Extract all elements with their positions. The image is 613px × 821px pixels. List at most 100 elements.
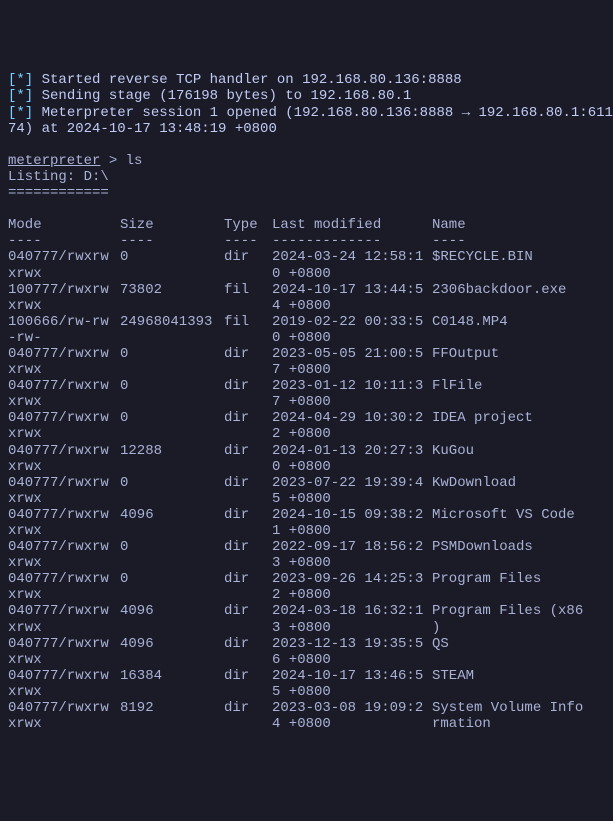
- cell-type: dir: [224, 668, 272, 684]
- cell-mode: xrwx: [8, 362, 120, 378]
- cell-name: [432, 684, 605, 700]
- table-row: xrwx7 +0800: [8, 362, 605, 378]
- cell-name: KuGou: [432, 443, 605, 459]
- cell-type: dir: [224, 539, 272, 555]
- cell-mode: 040777/rwxrw: [8, 249, 120, 265]
- table-row: -rw-0 +0800: [8, 330, 605, 346]
- table-row: 040777/rwxrw12288dir2024-01-13 20:27:3Ku…: [8, 443, 605, 459]
- table-row: 040777/rwxrw4096dir2023-12-13 19:35:5QS: [8, 636, 605, 652]
- cell-mode: xrwx: [8, 652, 120, 668]
- cell-size: 0: [120, 346, 224, 362]
- cell-modified: 0 +0800: [272, 459, 432, 475]
- cell-name: [432, 459, 605, 475]
- cell-type: dir: [224, 443, 272, 459]
- cell-size: [120, 716, 224, 732]
- cell-type: dir: [224, 700, 272, 716]
- prompt-command[interactable]: > ls: [100, 153, 142, 169]
- prompt-name[interactable]: meterpreter: [8, 153, 100, 169]
- table-row: xrwx3 +0800: [8, 555, 605, 571]
- cell-name: [432, 330, 605, 346]
- cell-size: [120, 426, 224, 442]
- cell-modified: 2024-03-18 16:32:1: [272, 603, 432, 619]
- cell-type: fil: [224, 314, 272, 330]
- cell-size: [120, 330, 224, 346]
- cell-type: dir: [224, 475, 272, 491]
- table-row: xrwx 6 +0800: [8, 652, 605, 668]
- cell-name: C0148.MP4: [432, 314, 605, 330]
- cell-modified: 6 +0800: [272, 652, 432, 668]
- cell-name: Program Files: [432, 571, 605, 587]
- table-row: xrwx2 +0800: [8, 426, 605, 442]
- cell-mode: xrwx: [8, 459, 120, 475]
- table-row: 040777/rwxrw0dir2023-01-12 10:11:3FlFile: [8, 378, 605, 394]
- table-row: 040777/rwxrw0dir2022-09-17 18:56:2PSMDow…: [8, 539, 605, 555]
- cell-mode: xrwx: [8, 426, 120, 442]
- cell-mode: 040777/rwxrw: [8, 700, 120, 716]
- table-row: 040777/rwxrw0dir2024-03-24 12:58:1$RECYC…: [8, 249, 605, 265]
- cell-name: Microsoft VS Code: [432, 507, 605, 523]
- cell-name: [432, 491, 605, 507]
- cell-mode: 040777/rwxrw: [8, 346, 120, 362]
- cell-modified: 2022-09-17 18:56:2: [272, 539, 432, 555]
- cell-size: 0: [120, 410, 224, 426]
- table-row: xrwx 2 +0800: [8, 587, 605, 603]
- cell-mode: 100777/rwxrw: [8, 282, 120, 298]
- cell-size: [120, 394, 224, 410]
- cell-name: [432, 587, 605, 603]
- cell-name: FFOutput: [432, 346, 605, 362]
- cell-mode: -rw-: [8, 330, 120, 346]
- cell-type: fil: [224, 282, 272, 298]
- table-row: xrwx5 +0800: [8, 684, 605, 700]
- cell-type: dir: [224, 410, 272, 426]
- cell-modified: 2024-10-17 13:44:5: [272, 282, 432, 298]
- cell-size: 16384: [120, 668, 224, 684]
- table-row: 100777/rwxrw73802fil2024-10-17 13:44:523…: [8, 282, 605, 298]
- cell-name: QS: [432, 636, 605, 652]
- cell-name: System Volume Info: [432, 700, 605, 716]
- cell-mode: 040777/rwxrw: [8, 410, 120, 426]
- cell-modified: 4 +0800: [272, 716, 432, 732]
- cell-size: 4096: [120, 603, 224, 619]
- table-row: 040777/rwxrw0dir2023-07-22 19:39:4KwDown…: [8, 475, 605, 491]
- cell-name: [432, 426, 605, 442]
- cell-modified: 5 +0800: [272, 684, 432, 700]
- cell-size: 8192: [120, 700, 224, 716]
- cell-type: [224, 555, 272, 571]
- table-row: xrwx7 +0800: [8, 394, 605, 410]
- cell-modified: 2023-12-13 19:35:5: [272, 636, 432, 652]
- cell-modified: 2 +0800: [272, 587, 432, 603]
- cell-name: [432, 266, 605, 282]
- cell-modified: 2023-03-08 19:09:2: [272, 700, 432, 716]
- sep-mode: ----: [8, 233, 120, 249]
- cell-size: 73802: [120, 282, 224, 298]
- cell-type: dir: [224, 507, 272, 523]
- cell-type: [224, 426, 272, 442]
- cell-mode: xrwx: [8, 587, 120, 603]
- cell-size: 12288: [120, 443, 224, 459]
- cell-size: [120, 587, 224, 603]
- cell-type: [224, 459, 272, 475]
- cell-mode: xrwx: [8, 394, 120, 410]
- table-row: xrwx0 +0800: [8, 266, 605, 282]
- cell-modified: 0 +0800: [272, 266, 432, 282]
- cell-modified: 2024-03-24 12:58:1: [272, 249, 432, 265]
- header-size: Size: [120, 217, 224, 233]
- table-row: 040777/rwxrw0dir2024-04-29 10:30:2IDEA p…: [8, 410, 605, 426]
- sep-type: ----: [224, 233, 272, 249]
- cell-type: dir: [224, 571, 272, 587]
- cell-size: [120, 523, 224, 539]
- cell-name: [432, 523, 605, 539]
- cell-size: [120, 555, 224, 571]
- cell-mode: xrwx: [8, 620, 120, 636]
- cell-size: [120, 459, 224, 475]
- cell-type: [224, 394, 272, 410]
- cell-type: dir: [224, 636, 272, 652]
- cell-name: ): [432, 620, 605, 636]
- cell-type: [224, 587, 272, 603]
- listing-hr: ============: [8, 185, 109, 201]
- cell-type: dir: [224, 603, 272, 619]
- cell-modified: 2024-01-13 20:27:3: [272, 443, 432, 459]
- cell-modified: 2023-01-12 10:11:3: [272, 378, 432, 394]
- cell-type: [224, 330, 272, 346]
- cell-size: 0: [120, 539, 224, 555]
